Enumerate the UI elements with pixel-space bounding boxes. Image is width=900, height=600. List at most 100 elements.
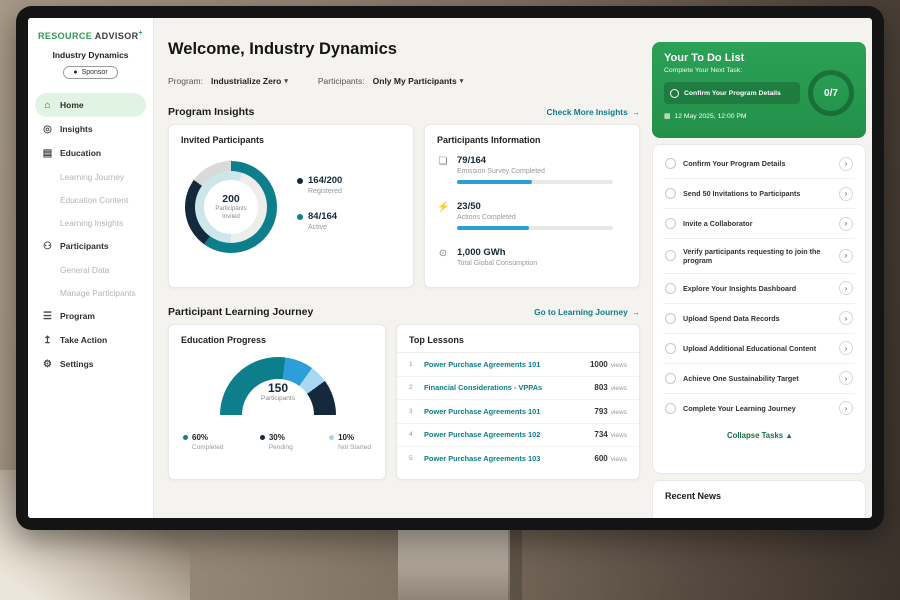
next-task-checkbox[interactable] xyxy=(670,89,679,98)
sidebar-item-insights[interactable]: ◎ Insights xyxy=(28,117,153,141)
sidebar-item-home[interactable]: ⌂ Home xyxy=(35,93,146,117)
todo-progress-value: 0/7 xyxy=(824,88,838,99)
task-checkbox[interactable] xyxy=(665,403,676,414)
sidebar-item-label: Home xyxy=(60,100,84,110)
lesson-views-label: views xyxy=(611,385,627,392)
go-to-learning-journey-link[interactable]: Go to Learning Journey → xyxy=(534,307,640,317)
sidebar-item-take-action[interactable]: ↥ Take Action xyxy=(28,328,153,352)
sidebar-item-learning-journey[interactable]: Learning Journey xyxy=(28,165,153,188)
monitor-bezel: RESOURCE ADVISOR+ Industry Dynamics ● Sp… xyxy=(16,6,884,530)
task-label: Explore Your Insights Dashboard xyxy=(683,284,832,293)
arrow-right-icon: → xyxy=(632,107,640,117)
sidebar-item-program[interactable]: ☰ Program xyxy=(28,304,153,328)
consumption-label: Total Global Consumption xyxy=(457,260,537,267)
donut-center-value: 200 xyxy=(222,193,240,205)
education-icon: ▤ xyxy=(42,148,53,159)
sidebar-item-education-content[interactable]: Education Content xyxy=(28,188,153,211)
lesson-link[interactable]: Power Purchase Agreements 102 xyxy=(424,430,587,439)
chevron-right-icon[interactable]: › xyxy=(839,187,853,201)
sidebar-item-participants[interactable]: ⚇ Participants xyxy=(28,234,153,258)
lesson-views-label: views xyxy=(611,362,627,369)
task-label: Confirm Your Program Details xyxy=(683,159,832,168)
lesson-views-count: 600 xyxy=(594,454,607,463)
task-checkbox[interactable] xyxy=(665,283,676,294)
chevron-right-icon[interactable]: › xyxy=(839,217,853,231)
task-row[interactable]: Verify participants requesting to join t… xyxy=(663,239,855,274)
collapse-tasks-link[interactable]: Collapse Tasks ▴ xyxy=(663,423,855,444)
lesson-row: 4 Power Purchase Agreements 102 734views xyxy=(397,424,639,448)
education-progress-gauge-chart: 150 Participants xyxy=(220,357,336,415)
task-row[interactable]: Upload Spend Data Records › xyxy=(663,304,855,334)
task-checkbox[interactable] xyxy=(665,188,676,199)
top-lessons-card: Top Lessons 1 Power Purchase Agreements … xyxy=(396,324,640,480)
task-checkbox[interactable] xyxy=(665,158,676,169)
chevron-right-icon[interactable]: › xyxy=(839,157,853,171)
chevron-right-icon[interactable]: › xyxy=(839,401,853,415)
sidebar-item-settings[interactable]: ⚙ Settings xyxy=(28,352,153,376)
chevron-right-icon[interactable]: › xyxy=(839,371,853,385)
lesson-link[interactable]: Financial Considerations - VPPAs xyxy=(424,383,587,392)
logo-advisor: ADVISOR xyxy=(95,31,139,41)
logo-resource: RESOURCE xyxy=(38,31,92,41)
program-icon: ☰ xyxy=(42,311,53,322)
task-checkbox[interactable] xyxy=(665,250,676,261)
chevron-right-icon[interactable]: › xyxy=(839,249,853,263)
program-filter-label: Program: xyxy=(168,76,203,86)
gauge-center-value: 150 xyxy=(220,381,336,395)
todo-progress-ring: 0/7 xyxy=(808,70,854,116)
dashboard-screen: RESOURCE ADVISOR+ Industry Dynamics ● Sp… xyxy=(28,18,872,518)
participants-information-title: Participants Information xyxy=(425,125,639,145)
learning-journey-title: Participant Learning Journey xyxy=(168,306,313,318)
sponsor-icon: ● xyxy=(73,69,77,76)
task-row[interactable]: Achieve One Sustainability Target › xyxy=(663,364,855,394)
arrow-right-icon: → xyxy=(632,307,640,317)
sidebar-item-learning-insights[interactable]: Learning Insights xyxy=(28,211,153,234)
task-row[interactable]: Complete Your Learning Journey › xyxy=(663,394,855,423)
participants-filter-dropdown[interactable]: Only My Participants ▾ xyxy=(373,76,464,86)
check-more-insights-link[interactable]: Check More Insights → xyxy=(547,107,640,117)
chevron-right-icon[interactable]: › xyxy=(839,341,853,355)
sidebar-item-education[interactable]: ▤ Education xyxy=(28,141,153,165)
lesson-rank: 4 xyxy=(409,431,417,438)
consumption-icon: ⊙ xyxy=(437,247,449,267)
task-checkbox[interactable] xyxy=(665,343,676,354)
lesson-link[interactable]: Power Purchase Agreements 101 xyxy=(424,407,587,416)
emission-survey-progressbar xyxy=(457,180,613,184)
legend-active-label: Active xyxy=(308,224,342,231)
actions-completed-row: ⚡ 23/50 Actions Completed xyxy=(437,201,627,230)
task-checkbox[interactable] xyxy=(665,218,676,229)
lesson-views-label: views xyxy=(611,456,627,463)
task-row[interactable]: Upload Additional Educational Content › xyxy=(663,334,855,364)
program-filter-dropdown[interactable]: Industrialize Zero ▾ xyxy=(211,76,288,86)
sponsor-badge[interactable]: ● Sponsor xyxy=(63,66,117,79)
task-checkbox[interactable] xyxy=(665,373,676,384)
lesson-rank: 2 xyxy=(409,384,417,391)
task-row[interactable]: Invite a Collaborator › xyxy=(663,209,855,239)
lesson-link[interactable]: Power Purchase Agreements 101 xyxy=(424,360,583,369)
task-label: Upload Additional Educational Content xyxy=(683,344,832,353)
legend-dot-registered xyxy=(297,178,303,184)
next-task-chip[interactable]: Confirm Your Program Details xyxy=(664,82,800,104)
legend-completed-label: Completed xyxy=(192,444,223,451)
invited-participants-title: Invited Participants xyxy=(169,125,413,145)
task-row[interactable]: Confirm Your Program Details › xyxy=(663,149,855,179)
task-row[interactable]: Explore Your Insights Dashboard › xyxy=(663,274,855,304)
legend-completed: 60% Completed xyxy=(183,433,223,451)
sidebar-item-manage-participants[interactable]: Manage Participants xyxy=(28,281,153,304)
chevron-right-icon[interactable]: › xyxy=(839,281,853,295)
task-row[interactable]: Send 50 Invitations to Participants › xyxy=(663,179,855,209)
sidebar-item-label: Take Action xyxy=(60,335,107,345)
donut-center-label: Participants Invited xyxy=(209,206,253,221)
todo-title: Your To Do List xyxy=(652,42,866,64)
chevron-down-icon: ▾ xyxy=(460,77,464,85)
legend-pending: 30% Pending xyxy=(260,433,293,451)
emission-survey-value: 79/164 xyxy=(457,155,613,166)
sidebar-item-general-data[interactable]: General Data xyxy=(28,258,153,281)
learning-journey-header: Participant Learning Journey Go to Learn… xyxy=(168,306,640,318)
settings-icon: ⚙ xyxy=(42,359,53,370)
chevron-right-icon[interactable]: › xyxy=(839,311,853,325)
lesson-link[interactable]: Power Purchase Agreements 103 xyxy=(424,454,587,463)
task-checkbox[interactable] xyxy=(665,313,676,324)
lesson-row: 1 Power Purchase Agreements 101 1000view… xyxy=(397,353,639,377)
lesson-row: 5 Power Purchase Agreements 103 600views xyxy=(397,447,639,471)
